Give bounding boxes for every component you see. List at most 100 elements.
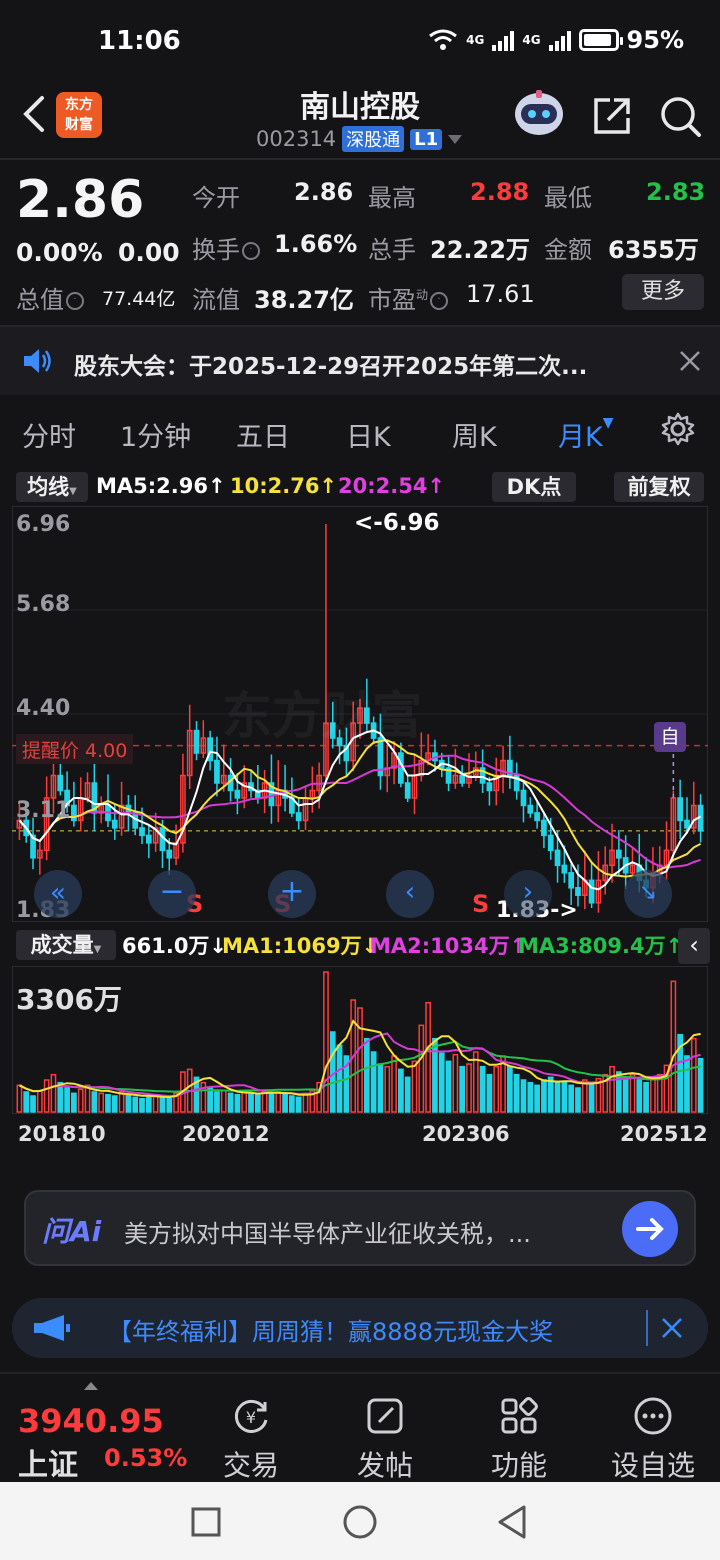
search-icon[interactable]	[658, 94, 702, 138]
nav-trade[interactable]: ¥ 交易	[196, 1394, 306, 1484]
volume-bar	[684, 1055, 690, 1113]
volume-bar	[622, 1076, 629, 1113]
volume-selector[interactable]: 成交量▼	[16, 930, 116, 960]
self-select-marker[interactable]: 自	[654, 722, 686, 752]
zoom-out-icon[interactable]: −	[148, 870, 196, 918]
volume-bar	[336, 1044, 343, 1113]
more-button[interactable]: 更多	[622, 274, 704, 310]
status-time: 11:06	[98, 26, 181, 56]
nav-functions-label: 功能	[490, 1449, 547, 1482]
nav-trade-label: 交易	[222, 1449, 279, 1482]
volume-bar	[166, 1097, 173, 1113]
volume-bar	[363, 1037, 370, 1113]
volume-bar	[425, 1001, 431, 1113]
tab-intraday[interactable]: 分时	[22, 415, 76, 454]
turnover-value: 1.66%	[274, 230, 358, 258]
volume-bar	[241, 1091, 248, 1113]
market-tag: 深股通	[342, 126, 405, 152]
info-icon[interactable]: ·	[430, 292, 449, 310]
volume-bar	[398, 1068, 404, 1113]
nav-add-watchlist-label: 设自选	[610, 1449, 695, 1482]
volume-bar	[254, 1093, 261, 1113]
volume-bar	[234, 1093, 241, 1113]
mktcap-label: 总值 ·	[16, 280, 86, 315]
info-icon[interactable]: ·	[66, 292, 84, 310]
volume-bar	[459, 1065, 466, 1113]
high-label: 最高	[368, 184, 416, 212]
collapse-icon[interactable]: ‹	[678, 928, 710, 964]
tab-daily[interactable]: 日K	[346, 415, 391, 454]
volume-bar	[71, 1092, 77, 1113]
volume-bar	[23, 1091, 30, 1113]
volume-bar	[527, 1081, 534, 1113]
volume-bar	[118, 1091, 125, 1113]
candle-body	[684, 819, 690, 829]
chevron-left-icon[interactable]: ‹	[386, 870, 434, 918]
tab-1min[interactable]: 1分钟	[120, 415, 191, 454]
ai-robot-icon[interactable]	[512, 88, 566, 138]
pe-label-text: 市盈	[368, 286, 416, 314]
volume-bar	[268, 1092, 275, 1113]
volume-bar	[445, 1060, 452, 1113]
index-pct: 0.53%	[104, 1444, 188, 1472]
volume-bar	[588, 1081, 595, 1113]
arrow-right-icon[interactable]	[622, 1201, 678, 1257]
ai-prompt-text: 美方拟对中国半导体产业征收关税，...	[124, 1220, 531, 1248]
fullscreen-icon[interactable]: ↘	[624, 870, 672, 918]
volume-chart[interactable]: 3306万	[12, 966, 708, 1114]
candle-body	[71, 804, 77, 822]
edit-icon	[367, 1398, 403, 1434]
chevron-up-icon[interactable]	[84, 1382, 98, 1390]
volume-bar	[84, 1084, 91, 1113]
volume-bar	[329, 1031, 336, 1113]
x-label-2: 202012	[182, 1122, 270, 1146]
candle-body	[534, 812, 540, 822]
bottom-nav: 3940.95 上证 0.53% ¥ 交易 发帖 功能 设自选	[0, 1372, 720, 1484]
volume-bar	[643, 1081, 649, 1113]
candle-body	[568, 872, 575, 889]
quote-panel: 2.86 0.00% 0.00 今开 2.86 最高 2.88 最低 2.83 …	[0, 160, 720, 325]
dk-point-button[interactable]: DK点	[492, 472, 576, 502]
watermark: 东方财富	[222, 687, 422, 745]
vol-ma3: MA3:809.4万↑	[518, 934, 684, 958]
volume-bar	[411, 1060, 418, 1113]
promo-banner[interactable]: 【年终福利】周周猜！赢8888元现金大奖	[12, 1298, 708, 1358]
info-icon[interactable]: ·	[242, 242, 260, 260]
float-label: 流值	[192, 286, 240, 314]
alert-price-label[interactable]: 提醒价 4.00	[16, 734, 134, 764]
mktcap-value: 77.44亿	[102, 288, 176, 310]
close-icon[interactable]	[660, 1316, 684, 1340]
tab-monthly[interactable]: 月K▼	[558, 415, 614, 454]
notice-bar[interactable]: 股东大会：于2025-12-29召开2025年第二次...	[0, 327, 720, 395]
ai-assistant-bar[interactable]: 问Ai 美方拟对中国半导体产业征收关税，...	[24, 1190, 696, 1266]
stock-code-row[interactable]: 002314 深股通 L1	[256, 126, 463, 152]
nav-add-watchlist[interactable]: 设自选	[598, 1394, 708, 1484]
back-triangle-icon[interactable]	[496, 1504, 528, 1540]
volume-bar	[275, 1091, 282, 1113]
home-icon[interactable]	[342, 1504, 378, 1540]
kline-chart[interactable]: 东方财富 6.96 5.68 4.40 3.11 1.83 提醒价 4.00 <…	[12, 506, 708, 923]
close-icon[interactable]	[678, 349, 702, 373]
adjust-button[interactable]: 前复权	[614, 472, 704, 502]
rewind-icon[interactable]: «	[34, 870, 82, 918]
tab-5day[interactable]: 五日	[236, 415, 290, 454]
ma20-value: 20:2.54↑	[338, 474, 446, 498]
gear-icon[interactable]	[660, 411, 696, 447]
nav-post[interactable]: 发帖	[330, 1394, 440, 1484]
recent-apps-icon[interactable]	[190, 1506, 222, 1538]
ma-selector[interactable]: 均线▼	[16, 472, 88, 502]
volume-bar	[690, 1037, 697, 1113]
tab-weekly[interactable]: 周K	[452, 415, 497, 454]
volume-bar	[554, 1081, 561, 1113]
trade-icon: ¥	[234, 1399, 268, 1433]
index-value[interactable]: 3940.95	[18, 1402, 164, 1440]
app-root: { "status": {"time": "11:06", "battery":…	[0, 0, 720, 1560]
zoom-in-icon[interactable]: +	[268, 870, 316, 918]
nav-functions[interactable]: 功能	[464, 1394, 574, 1484]
open-value: 2.86	[294, 178, 354, 206]
chevron-right-icon[interactable]: ›	[504, 870, 552, 918]
promo-text: 【年终福利】周周猜！赢8888元现金大奖	[108, 1318, 554, 1346]
share-icon[interactable]	[590, 94, 634, 138]
dropdown-icon: ▼	[69, 486, 77, 497]
volume-bar	[479, 1065, 486, 1113]
